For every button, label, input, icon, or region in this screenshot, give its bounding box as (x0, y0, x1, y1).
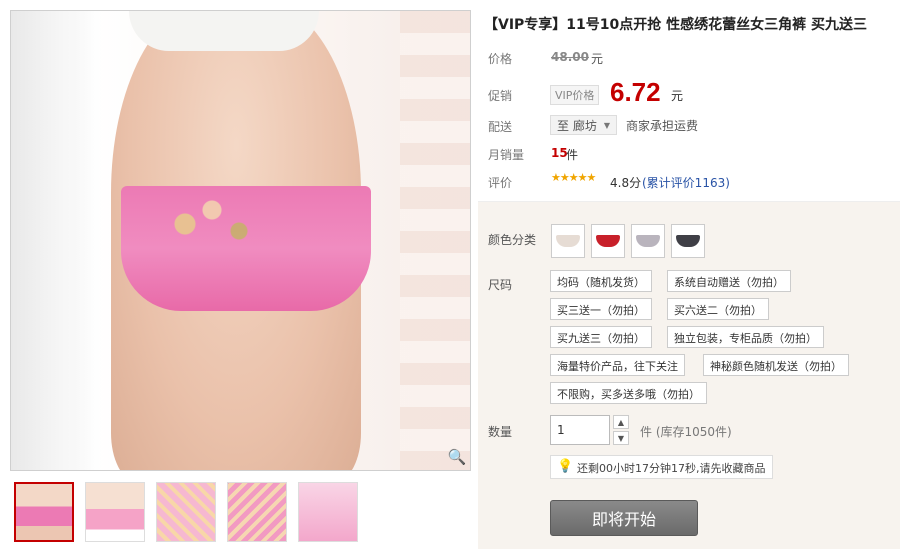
size-option-9[interactable]: 不限购，买多送多哦（勿拍） (550, 382, 707, 404)
size-option-4[interactable]: 买六送二（勿拍） (667, 298, 769, 320)
size-option-7[interactable]: 海量特价产品，往下关注 (550, 354, 685, 376)
zoom-icon[interactable]: 🔍 (448, 448, 467, 466)
rating-score: 4.8分 (610, 176, 642, 190)
swatch-color-1 (556, 235, 580, 247)
shipping-destination: 至 廊坊 (557, 118, 597, 133)
original-price-unit: 元 (591, 52, 604, 66)
background-curtain-right (400, 11, 470, 470)
color-label: 颜色分类 (488, 233, 537, 247)
size-label: 尺码 (488, 278, 513, 292)
background-curtain-left (11, 11, 101, 470)
size-option-8[interactable]: 神秘颜色随机发送（勿拍） (703, 354, 849, 376)
main-product-image[interactable]: 🔍 (10, 10, 471, 471)
promo-label: 促销 (488, 89, 513, 103)
thumbnail-3[interactable] (156, 482, 216, 542)
shipping-note: 商家承担运费 (626, 119, 699, 133)
start-button[interactable]: 即将开始 (550, 500, 698, 536)
color-swatch-1[interactable] (551, 224, 585, 258)
rating-stars-icon: ★★★★★ (551, 171, 596, 184)
thumbnail-strip (14, 482, 369, 542)
quantity-label: 数量 (488, 425, 513, 439)
bulb-icon: 💡 (557, 459, 574, 474)
review-count-link[interactable]: (累计评价1163) (642, 174, 730, 191)
size-option-5[interactable]: 买九送三（勿拍） (550, 326, 652, 348)
original-price: 48.00 (551, 50, 589, 64)
quantity-input[interactable]: 1 (550, 415, 610, 445)
promo-price: 6.72 (610, 77, 661, 107)
shipping-label: 配送 (488, 120, 513, 134)
model-top (129, 11, 319, 51)
countdown-text: 还剩00小时17分钟17秒,请先收藏商品 (577, 462, 766, 475)
promo-price-unit: 元 (671, 89, 684, 103)
stock-info: 件 (库存1050件) (640, 425, 732, 439)
monthly-sales-unit: 件 (566, 148, 579, 162)
chevron-down-icon: ▼ (603, 120, 610, 130)
color-swatch-4[interactable] (671, 224, 705, 258)
product-title: 【VIP专享】11号10点开抢 性感绣花蕾丝女三角裤 买九送三 (484, 17, 868, 33)
color-swatch-2[interactable] (591, 224, 625, 258)
color-swatch-3[interactable] (631, 224, 665, 258)
thumbnail-1[interactable] (14, 482, 74, 542)
quantity-decrease-icon[interactable]: ▼ (613, 431, 629, 445)
thumbnail-4[interactable] (227, 482, 287, 542)
countdown-notice: 💡 还剩00小时17分钟17秒,请先收藏商品 (550, 455, 773, 479)
product-panty (121, 186, 371, 311)
swatch-color-4 (676, 235, 700, 247)
swatch-color-2 (596, 235, 620, 247)
shipping-destination-select[interactable]: 至 廊坊 ▼ (550, 115, 617, 135)
size-option-3[interactable]: 买三送一（勿拍） (550, 298, 652, 320)
size-option-1[interactable]: 均码（随机发货） (550, 270, 652, 292)
sku-panel: 颜色分类 尺码 均码（随机发货） 系统自动赠送（勿拍） 买三送一（勿拍） 买六送… (478, 201, 900, 549)
swatch-color-3 (636, 235, 660, 247)
size-option-6[interactable]: 独立包装，专柜品质（勿拍） (667, 326, 824, 348)
thumbnail-5[interactable] (298, 482, 358, 542)
monthly-sales-label: 月销量 (488, 148, 525, 162)
quantity-increase-icon[interactable]: ▲ (613, 415, 629, 429)
lace-embroidery (131, 196, 311, 266)
vip-price-tag: VIP价格 (550, 85, 600, 105)
size-option-2[interactable]: 系统自动赠送（勿拍） (667, 270, 791, 292)
price-label: 价格 (488, 52, 513, 66)
rating-label: 评价 (488, 176, 513, 190)
thumbnail-2[interactable] (85, 482, 145, 542)
